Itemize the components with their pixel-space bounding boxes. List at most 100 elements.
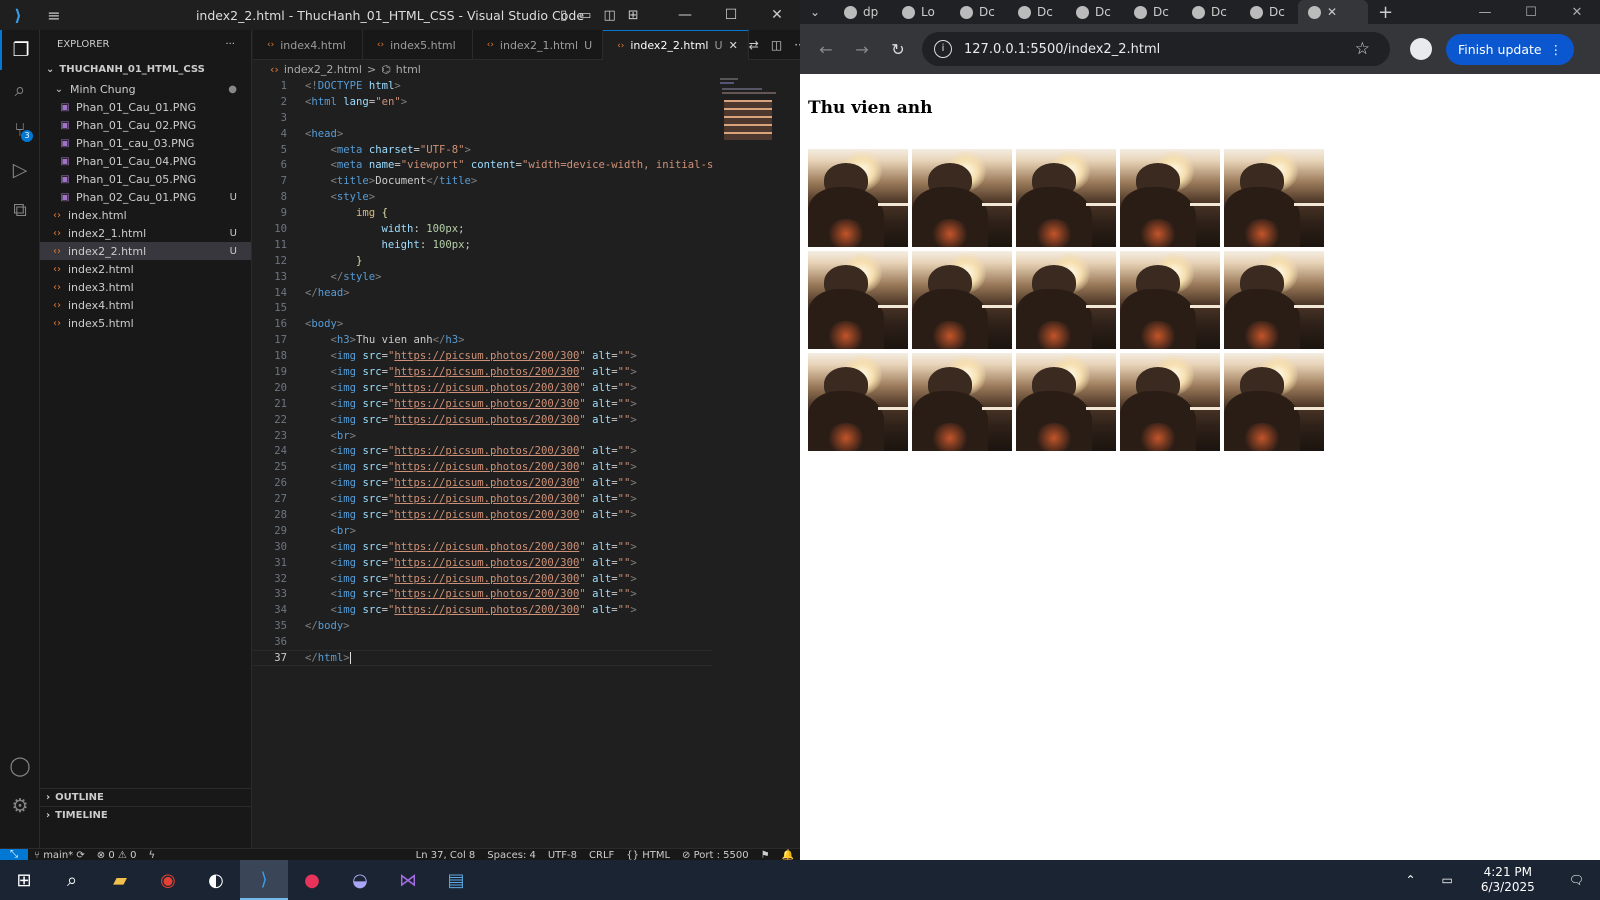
finish-update-label: Finish update (1458, 41, 1542, 57)
file-item[interactable]: ‹› index4.html (40, 296, 251, 314)
chrome-icon[interactable]: ◉ (144, 860, 192, 900)
maximize-button[interactable]: ☐ (1508, 5, 1554, 20)
new-tab-icon[interactable]: + (1368, 0, 1426, 24)
minimap[interactable] (720, 78, 778, 158)
manage-gear-icon[interactable]: ⚙ (0, 786, 40, 826)
file-item[interactable]: ‹› index3.html (40, 278, 251, 296)
gallery-image (808, 251, 908, 349)
url-text[interactable]: 127.0.0.1:5500/index2_2.html (964, 42, 1160, 57)
split-editor-icon[interactable]: ◫ (771, 38, 782, 52)
code-line: 37 </html> (253, 650, 713, 666)
forward-arrow-icon[interactable]: → (844, 40, 880, 59)
search-icon[interactable]: ⌕ (0, 70, 40, 110)
vscode-logo-icon[interactable]: ⟩ (0, 0, 36, 30)
folder-minh-chung[interactable]: ⌄ Minh Chung ● (40, 80, 251, 98)
close-button[interactable]: ✕ (754, 7, 800, 23)
file-explorer-icon[interactable]: ▰ (96, 860, 144, 900)
reload-icon[interactable]: ↻ (880, 40, 916, 59)
file-item[interactable]: ▣ Phan_01_cau_03.PNG (40, 134, 251, 152)
customize-layout-icon[interactable]: ⊞ (628, 8, 639, 23)
close-button[interactable]: ✕ (1554, 5, 1600, 20)
site-info-icon[interactable]: i (934, 40, 952, 58)
browser-tab-active[interactable]: ✕ (1298, 0, 1368, 24)
explorer-icon[interactable]: ❐ (0, 30, 40, 70)
editor-tab[interactable]: ‹› index4.html (253, 30, 363, 60)
code-line: 1 <!DOCTYPE html> (280, 79, 401, 92)
file-item[interactable]: ‹› index.html (40, 206, 251, 224)
run-debug-icon[interactable]: ▷ (0, 150, 40, 190)
windows-taskbar: ⊞ ⌕ ▰ ◉ ◐ ⟩ ● ◒ ⋈ ▤ ⌃ ▭ 4:21 PM 6/3/2025… (0, 860, 1600, 900)
minimize-button[interactable]: — (662, 7, 708, 23)
notification-center-icon[interactable]: 🗨 (1553, 873, 1600, 887)
menu-icon[interactable]: ≡ (36, 6, 72, 25)
browser-tab-label: dp (863, 5, 879, 19)
extensions-icon[interactable]: ⧉ (0, 190, 40, 230)
breadcrumb: ‹› index2_2.html > ⌬ html (253, 60, 800, 78)
file-item[interactable]: ▣ Phan_01_Cau_01.PNG (40, 98, 251, 116)
breadcrumb-symbol[interactable]: html (396, 63, 421, 76)
eclipse-icon[interactable]: ◒ (336, 860, 384, 900)
file-label: Phan_01_Cau_02.PNG (76, 118, 197, 132)
browser-tab[interactable]: Dc (1240, 0, 1298, 24)
browser-tab[interactable]: Lo (892, 0, 950, 24)
timeline-section[interactable]: › TIMELINE (40, 806, 252, 824)
file-item[interactable]: ‹› index2_2.html U (40, 242, 251, 260)
code-line: 27 <img src="https://picsum.photos/200/3… (274, 493, 637, 506)
maximize-button[interactable]: ☐ (708, 7, 754, 23)
editor-tab[interactable]: ‹› index5.html (363, 30, 473, 60)
browser-tab-label: Dc (1037, 5, 1053, 19)
network-icon[interactable]: ▭ (1432, 873, 1463, 887)
chevron-up-icon[interactable]: ⌃ (1389, 873, 1431, 887)
profile-avatar-icon[interactable] (1410, 38, 1432, 60)
workspace-folder[interactable]: ⌄ THUCHANH_01_HTML_CSS (40, 58, 251, 80)
file-item[interactable]: ‹› index2_1.html U (40, 224, 251, 242)
editor-tab[interactable]: ‹› index2_2.html U ✕ (603, 30, 749, 60)
gallery-image (912, 251, 1012, 349)
toggle-sidebar-icon[interactable]: ▯ (560, 8, 567, 23)
file-item[interactable]: ▣ Phan_01_Cau_05.PNG (40, 170, 251, 188)
finish-update-button[interactable]: Finish update ⋮ (1446, 33, 1575, 65)
bookmark-star-icon[interactable]: ☆ (1355, 39, 1370, 59)
explorer-more-icon[interactable]: ··· (225, 39, 235, 50)
browser-tab[interactable]: Dc (1008, 0, 1066, 24)
browser-tab[interactable]: Dc (1124, 0, 1182, 24)
windows-start-icon[interactable]: ⊞ (0, 860, 48, 900)
address-bar[interactable]: i 127.0.0.1:5500/index2_2.html ☆ (922, 32, 1390, 66)
open-changes-icon[interactable]: ⇄ (749, 38, 759, 52)
file-item[interactable]: ▣ Phan_02_Cau_01.PNG U (40, 188, 251, 206)
source-control-icon[interactable]: ⑂ 3 (0, 110, 40, 150)
clock[interactable]: 4:21 PM 6/3/2025 (1463, 865, 1553, 895)
visual-studio-icon[interactable]: ⋈ (384, 860, 432, 900)
outline-section[interactable]: › OUTLINE (40, 788, 252, 806)
tab-search-icon[interactable]: ⌄ (800, 0, 834, 24)
close-tab-icon[interactable]: ✕ (729, 39, 738, 52)
account-icon[interactable]: ◯ (0, 746, 40, 786)
code-editor[interactable]: 1 <!DOCTYPE html> 2 <html lang="en"> 3 4 <h… (253, 78, 800, 666)
breadcrumb-file[interactable]: index2_2.html (284, 63, 362, 76)
modified-dot-icon: ● (228, 83, 237, 95)
code-line: 33 <img src="https://picsum.photos/200/3… (274, 588, 637, 601)
search-icon[interactable]: ⌕ (48, 860, 96, 900)
toggle-secondary-sidebar-icon[interactable]: ◫ (603, 8, 615, 23)
file-item[interactable]: ‹› index2.html (40, 260, 251, 278)
notepad-icon[interactable]: ▤ (432, 860, 480, 900)
file-item[interactable]: ▣ Phan_01_Cau_02.PNG (40, 116, 251, 134)
gallery-row (808, 149, 1328, 247)
browser-tab[interactable]: Dc (1066, 0, 1124, 24)
toggle-panel-icon[interactable]: ▭ (579, 8, 591, 23)
minimize-button[interactable]: — (1462, 5, 1508, 20)
browser-tab-label: Dc (1211, 5, 1227, 19)
editor-tab[interactable]: ‹› index2_1.html U (473, 30, 604, 60)
file-item[interactable]: ‹› index5.html (40, 314, 251, 332)
chevron-right-icon: › (46, 810, 51, 821)
file-item[interactable]: ▣ Phan_01_Cau_04.PNG (40, 152, 251, 170)
app-oo-icon[interactable]: ● (288, 860, 336, 900)
back-arrow-icon[interactable]: ← (808, 40, 844, 59)
vscode-taskbar-icon[interactable]: ⟩ (240, 860, 288, 900)
browser-tab[interactable]: Dc (950, 0, 1008, 24)
chevron-down-icon: ⌄ (46, 63, 55, 75)
browser-tab[interactable]: dp (834, 0, 892, 24)
browser-tab[interactable]: Dc (1182, 0, 1240, 24)
app-icon[interactable]: ◐ (192, 860, 240, 900)
close-tab-icon[interactable]: ✕ (1327, 5, 1337, 19)
